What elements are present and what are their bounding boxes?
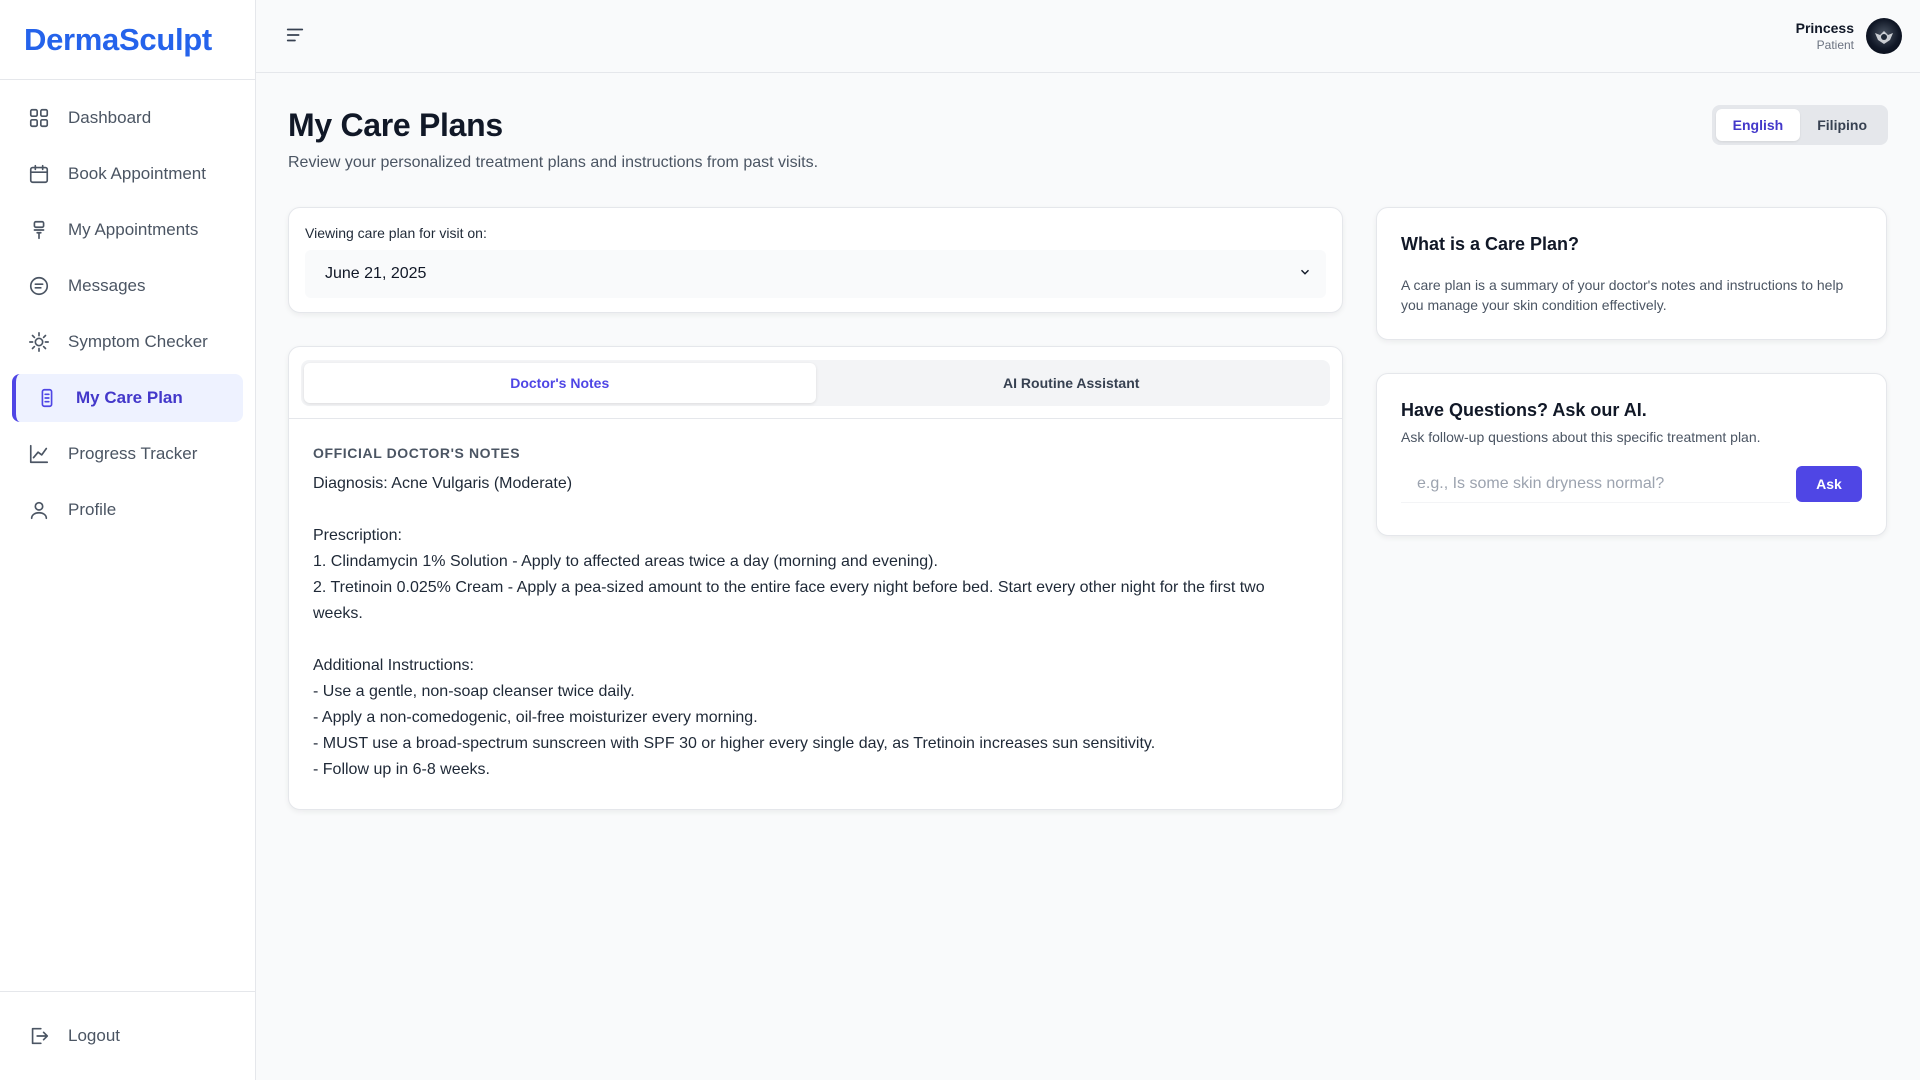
visit-label: Viewing care plan for visit on: [305, 225, 487, 241]
sidebar-item-progress-tracker[interactable]: Progress Tracker [12, 430, 243, 478]
clipboard-icon [36, 387, 58, 409]
notes-panel: Official Doctor's Notes Diagnosis: Acne … [289, 419, 1342, 809]
ask-form: Ask [1401, 465, 1862, 503]
user-icon [28, 499, 50, 521]
sidebar-item-label: Symptom Checker [68, 332, 208, 351]
notes-heading: Official Doctor's Notes [313, 445, 521, 461]
brand-logo[interactable]: DermaSculpt [0, 0, 255, 80]
sidebar-item-symptom-checker[interactable]: Symptom Checker [12, 318, 243, 366]
sidebar: DermaSculpt Dashboard Book Appointment M… [0, 0, 256, 1080]
logout-button[interactable]: Logout [12, 1012, 243, 1060]
user-name: Princess [1795, 20, 1854, 36]
logout-label: Logout [68, 1026, 120, 1045]
chevron-down-icon [1298, 265, 1312, 284]
info-title: What is a Care Plan? [1401, 234, 1580, 254]
topbar: Princess Patient [256, 0, 1920, 73]
sidebar-footer: Logout [0, 991, 255, 1080]
page-subtitle: Review your personalized treatment plans… [288, 154, 819, 171]
menu-icon [284, 28, 306, 50]
main-area: Princess Patient My Care Plans Review yo… [256, 0, 1920, 1080]
calendar-icon [28, 163, 50, 185]
tab-doctors-notes[interactable]: Doctor's Notes [304, 363, 816, 403]
sidebar-item-label: Dashboard [68, 108, 152, 127]
tabs: Doctor's Notes AI Routine Assistant [301, 360, 1330, 406]
language-filipino-button[interactable]: Filipino [1800, 109, 1884, 141]
logout-icon [28, 1025, 50, 1047]
sidebar-item-dashboard[interactable]: Dashboard [12, 94, 243, 142]
care-plan-card: Doctor's Notes AI Routine Assistant Offi… [288, 346, 1343, 810]
avatar-image [1875, 31, 1893, 44]
sun-icon [28, 331, 50, 353]
sidebar-nav: Dashboard Book Appointment My Appointmen… [0, 80, 255, 991]
sidebar-item-my-care-plan[interactable]: My Care Plan [12, 374, 243, 422]
user-menu[interactable]: Princess Patient [1796, 18, 1902, 54]
user-info: Princess Patient [1796, 20, 1854, 52]
sidebar-item-label: Messages [68, 276, 146, 295]
visit-date-value: June 21, 2025 [325, 265, 427, 282]
sidebar-item-label: Book Appointment [68, 164, 206, 183]
ask-subtitle: Ask follow-up questions about this speci… [1401, 429, 1761, 445]
right-column: What is a Care Plan? A care plan is a su… [1376, 207, 1887, 810]
message-icon [28, 275, 50, 297]
app-root: DermaSculpt Dashboard Book Appointment M… [0, 0, 1920, 1080]
page-title: My Care Plans [288, 107, 503, 143]
chart-line-icon [28, 443, 50, 465]
appointments-icon [28, 219, 50, 241]
sidebar-item-label: Progress Tracker [68, 444, 198, 463]
ask-title: Have Questions? Ask our AI. [1401, 400, 1647, 420]
left-column: Viewing care plan for visit on: June 21,… [288, 207, 1343, 810]
ask-ai-card: Have Questions? Ask our AI. Ask follow-u… [1376, 373, 1887, 536]
care-plan-info-card: What is a Care Plan? A care plan is a su… [1376, 207, 1887, 340]
sidebar-item-my-appointments[interactable]: My Appointments [12, 206, 243, 254]
tab-ai-routine-assistant[interactable]: AI Routine Assistant [816, 363, 1328, 403]
user-role: Patient [1816, 38, 1854, 52]
ask-button[interactable]: Ask [1796, 466, 1862, 502]
visit-selector-card: Viewing care plan for visit on: June 21,… [288, 207, 1343, 313]
visit-date-select[interactable]: June 21, 2025 [305, 250, 1326, 298]
tabs-container: Doctor's Notes AI Routine Assistant [289, 347, 1342, 419]
sidebar-item-book-appointment[interactable]: Book Appointment [12, 150, 243, 198]
sidebar-item-profile[interactable]: Profile [12, 486, 243, 534]
notes-text: Diagnosis: Acne Vulgaris (Moderate) Pres… [313, 475, 1265, 778]
page-content: My Care Plans Review your personalized t… [256, 73, 1920, 810]
sidebar-item-label: My Appointments [68, 220, 199, 239]
grid-icon [28, 107, 50, 129]
avatar[interactable] [1866, 18, 1902, 54]
ask-question-input[interactable] [1401, 465, 1790, 503]
sidebar-item-messages[interactable]: Messages [12, 262, 243, 310]
sidebar-item-label: My Care Plan [76, 388, 183, 407]
sidebar-item-label: Profile [68, 500, 117, 519]
menu-toggle-button[interactable] [284, 24, 308, 48]
language-english-button[interactable]: English [1715, 109, 1801, 141]
language-toggle: English Filipino [1711, 105, 1888, 145]
content-columns: Viewing care plan for visit on: June 21,… [288, 207, 1888, 810]
info-text: A care plan is a summary of your doctor'… [1401, 277, 1844, 313]
